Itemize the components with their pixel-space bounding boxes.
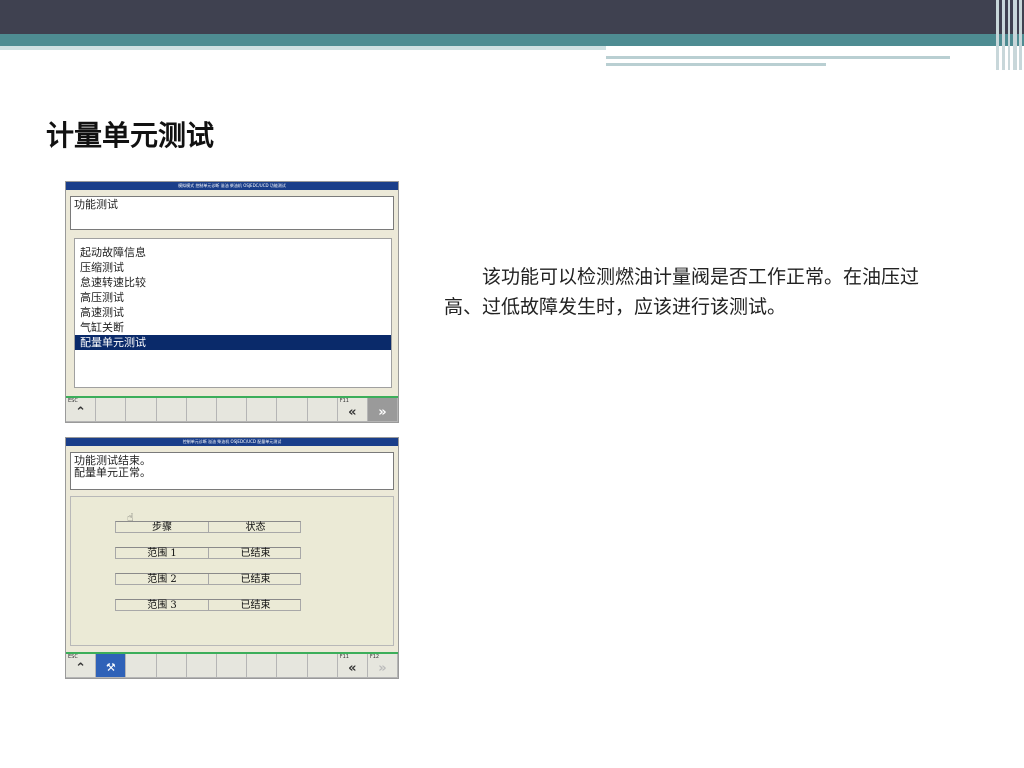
list-item[interactable]: 气缸关断 <box>75 320 391 335</box>
function-key-button[interactable] <box>277 654 308 678</box>
chevron-left-double-icon: « <box>348 661 357 676</box>
function-list: 起动故障信息 压缩测试 怠速转速比较 高压测试 高速测试 气缸关断 配量单元测试 <box>74 238 392 388</box>
function-key-toolbar: ESC ⌃ ⚒ F11 « F12 » <box>66 652 399 678</box>
function-key-button[interactable] <box>186 398 217 422</box>
header-accent-line <box>606 56 950 59</box>
function-key-button[interactable] <box>126 654 157 678</box>
slide-title: 计量单元测试 <box>46 119 215 152</box>
chevron-up-double-icon: ⌃ <box>75 405 87 420</box>
function-key-button[interactable] <box>277 398 308 422</box>
screen-titlebar: 控制单元诊断 溢油 柴油机 OSJEDC/UCD 配量单元测试 <box>66 438 398 446</box>
f12-button[interactable]: » <box>367 398 399 422</box>
table-header-row: 步骤 状态 <box>115 521 301 533</box>
chevron-up-double-icon: ⌃ <box>75 661 87 676</box>
tool-button[interactable]: ⚒ <box>96 654 127 678</box>
screen-titlebar: 模拟模式 控制单元诊断 溢油 柴油机 OSJEDC/UCD 功能测试 <box>66 182 398 190</box>
table-cell-status: 已结束 <box>240 574 271 585</box>
table-cell-step: 范围 2 <box>116 574 209 585</box>
header-bar-dark <box>0 0 1024 34</box>
table-cell-status: 已结束 <box>240 600 271 611</box>
list-item[interactable]: 压缩测试 <box>75 260 391 275</box>
list-item[interactable]: 起动故障信息 <box>75 245 391 260</box>
esc-button[interactable]: ESC ⌃ <box>66 654 97 678</box>
list-item-selected[interactable]: 配量单元测试 <box>75 335 391 350</box>
esc-label: ESC <box>68 654 78 660</box>
f11-button[interactable]: F11 « <box>337 654 368 678</box>
function-key-button[interactable] <box>307 654 338 678</box>
f11-label: F11 <box>339 654 349 660</box>
list-item[interactable]: 怠速转速比较 <box>75 275 391 290</box>
f12-button[interactable]: F12 » <box>367 654 399 678</box>
f12-label: F12 <box>369 654 380 660</box>
function-key-button[interactable] <box>126 398 157 422</box>
f11-button[interactable]: F11 « <box>337 398 368 422</box>
table-row: 范围 2 已结束 <box>115 573 301 585</box>
diagnostic-screen-function-list: 模拟模式 控制单元诊断 溢油 柴油机 OSJEDC/UCD 功能测试 功能测试 … <box>65 181 399 423</box>
table-cell-status: 已结束 <box>240 548 271 559</box>
chevron-right-double-icon: » <box>378 661 387 676</box>
message-line: 配量单元正常。 <box>74 466 151 479</box>
chevron-left-double-icon: « <box>348 405 357 420</box>
message-box: 功能测试结束。 配量单元正常。 <box>70 452 394 490</box>
esc-label: ESC <box>68 398 78 404</box>
table-cell-step: 范围 1 <box>116 548 209 559</box>
table-row: 范围 1 已结束 <box>115 547 301 559</box>
function-key-button[interactable] <box>186 654 217 678</box>
result-table-area: ☝ 步骤 状态 范围 1 已结束 范围 2 已结束 范围 3 已结束 <box>70 496 394 646</box>
function-key-button[interactable] <box>307 398 338 422</box>
header-stripes <box>994 0 1024 70</box>
header-accent-line-short <box>606 63 826 66</box>
function-key-button[interactable] <box>156 398 187 422</box>
chevron-right-double-icon: » <box>378 405 387 420</box>
function-key-button[interactable] <box>96 398 127 422</box>
table-header-step: 步骤 <box>116 522 209 533</box>
esc-button[interactable]: ESC ⌃ <box>66 398 97 422</box>
function-key-button[interactable] <box>156 654 187 678</box>
list-item[interactable]: 高速测试 <box>75 305 391 320</box>
function-key-button[interactable] <box>247 398 278 422</box>
message-box: 功能测试 <box>70 196 394 230</box>
function-key-toolbar: ESC ⌃ F11 « » <box>66 396 399 422</box>
function-key-button[interactable] <box>216 398 248 422</box>
table-header-status: 状态 <box>245 522 266 533</box>
function-key-button[interactable] <box>216 654 248 678</box>
header-bar-light <box>0 46 606 50</box>
diagnostic-screen-metering-result: 控制单元诊断 溢油 柴油机 OSJEDC/UCD 配量单元测试 功能测试结束。 … <box>65 437 399 679</box>
wrench-icon: ⚒ <box>105 661 116 674</box>
f11-label: F11 <box>339 398 349 404</box>
table-row: 范围 3 已结束 <box>115 599 301 611</box>
list-item[interactable]: 高压测试 <box>75 290 391 305</box>
slide-body-text: 该功能可以检测燃油计量阀是否工作正常。在油压过高、过低故障发生时，应该进行该测试… <box>444 266 920 318</box>
header-bar-teal <box>0 34 1024 46</box>
table-cell-step: 范围 3 <box>116 600 209 611</box>
function-key-button[interactable] <box>247 654 278 678</box>
